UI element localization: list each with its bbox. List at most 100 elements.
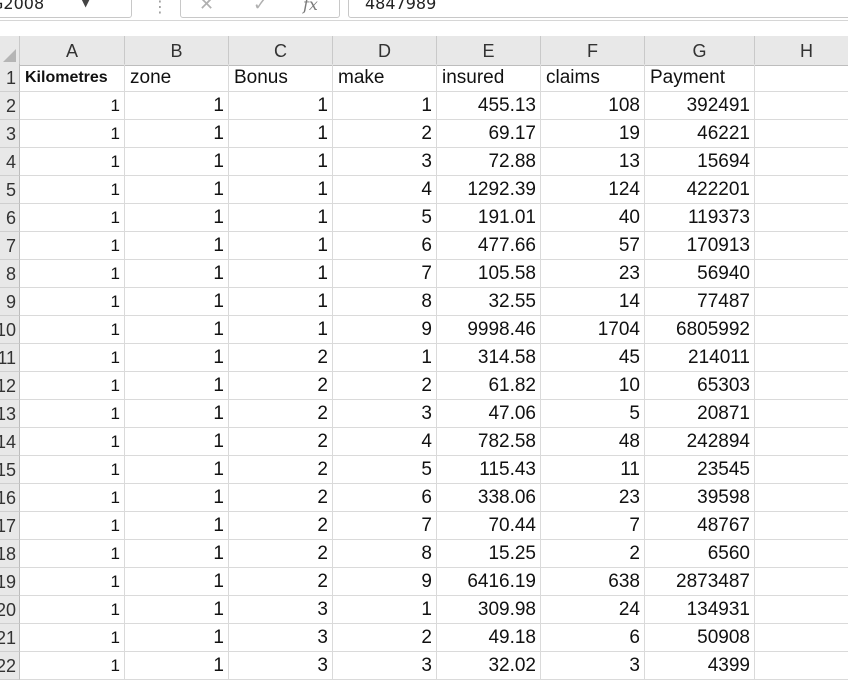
table-cell[interactable]: 3 <box>541 652 645 680</box>
table-cell[interactable]: 134931 <box>645 596 755 624</box>
table-cell[interactable]: 2 <box>333 372 437 400</box>
row-header[interactable]: 18 <box>0 540 20 568</box>
column-header-h[interactable]: H <box>755 36 848 66</box>
table-cell[interactable]: 40 <box>541 204 645 232</box>
table-cell[interactable]: 23 <box>541 484 645 512</box>
table-cell[interactable]: 1 <box>125 456 229 484</box>
row-header[interactable]: 19 <box>0 568 20 596</box>
table-cell[interactable]: 65303 <box>645 372 755 400</box>
table-cell[interactable]: 14 <box>541 288 645 316</box>
table-cell[interactable]: 7 <box>333 512 437 540</box>
table-cell[interactable]: 1 <box>333 92 437 120</box>
table-cell[interactable]: 11 <box>541 456 645 484</box>
table-cell[interactable]: 2 <box>229 568 333 596</box>
table-cell[interactable] <box>755 260 848 288</box>
table-cell[interactable]: 46221 <box>645 120 755 148</box>
formula-input[interactable]: 4847989 <box>348 0 848 18</box>
table-cell[interactable]: 1 <box>229 120 333 148</box>
table-cell[interactable]: 8 <box>333 288 437 316</box>
table-cell[interactable] <box>755 176 848 204</box>
column-header-a[interactable]: A <box>20 36 125 66</box>
chevron-down-icon[interactable]: ▼ <box>81 0 90 9</box>
table-cell[interactable]: 15694 <box>645 148 755 176</box>
table-cell[interactable] <box>755 484 848 512</box>
table-cell[interactable]: 32.55 <box>437 288 541 316</box>
column-header-b[interactable]: B <box>125 36 229 66</box>
table-cell[interactable]: 1 <box>20 512 125 540</box>
table-cell[interactable]: 9 <box>333 568 437 596</box>
table-cell[interactable]: 6805992 <box>645 316 755 344</box>
table-cell[interactable]: 2 <box>229 400 333 428</box>
table-cell[interactable]: 1 <box>20 540 125 568</box>
table-cell[interactable]: 23545 <box>645 456 755 484</box>
table-cell[interactable]: 7 <box>541 512 645 540</box>
table-cell[interactable]: 2 <box>333 120 437 148</box>
column-header-g[interactable]: G <box>645 36 755 66</box>
table-cell[interactable]: 455.13 <box>437 92 541 120</box>
row-header[interactable]: 9 <box>0 288 20 316</box>
table-cell[interactable]: 1 <box>229 204 333 232</box>
table-cell[interactable]: 1 <box>125 540 229 568</box>
table-cell[interactable]: 1 <box>333 596 437 624</box>
row-header[interactable]: 17 <box>0 512 20 540</box>
table-cell[interactable]: 1 <box>125 652 229 680</box>
more-dots-icon[interactable]: ⋮ <box>152 0 168 16</box>
table-cell[interactable] <box>755 428 848 456</box>
table-cell[interactable]: 314.58 <box>437 344 541 372</box>
table-cell[interactable]: 2 <box>229 484 333 512</box>
table-cell[interactable]: 1 <box>20 176 125 204</box>
table-cell[interactable]: 6560 <box>645 540 755 568</box>
table-cell[interactable]: 1 <box>125 288 229 316</box>
table-cell[interactable] <box>755 148 848 176</box>
table-cell[interactable]: 1 <box>125 204 229 232</box>
table-cell[interactable]: 1 <box>20 372 125 400</box>
table-cell[interactable]: 1 <box>125 260 229 288</box>
header-cell[interactable]: Payment <box>645 64 755 92</box>
table-cell[interactable]: 47.06 <box>437 400 541 428</box>
column-header-c[interactable]: C <box>229 36 333 66</box>
table-cell[interactable] <box>755 652 848 680</box>
table-cell[interactable]: 7 <box>333 260 437 288</box>
fx-icon[interactable]: fx <box>303 0 318 14</box>
table-cell[interactable]: 1 <box>20 400 125 428</box>
table-cell[interactable]: 56940 <box>645 260 755 288</box>
table-cell[interactable]: 1 <box>125 596 229 624</box>
table-cell[interactable]: 4399 <box>645 652 755 680</box>
table-cell[interactable]: 9998.46 <box>437 316 541 344</box>
table-cell[interactable]: 1 <box>125 428 229 456</box>
row-header[interactable]: 4 <box>0 148 20 176</box>
table-cell[interactable]: 191.01 <box>437 204 541 232</box>
table-cell[interactable]: 6 <box>541 624 645 652</box>
table-cell[interactable]: 70.44 <box>437 512 541 540</box>
table-cell[interactable]: 242894 <box>645 428 755 456</box>
table-cell[interactable]: 45 <box>541 344 645 372</box>
table-cell[interactable]: 50908 <box>645 624 755 652</box>
header-cell[interactable]: Kilometres <box>20 64 125 92</box>
column-header-e[interactable]: E <box>437 36 541 66</box>
table-cell[interactable]: 1 <box>229 316 333 344</box>
table-cell[interactable] <box>755 596 848 624</box>
table-cell[interactable]: 1 <box>125 484 229 512</box>
table-cell[interactable] <box>755 400 848 428</box>
table-cell[interactable]: 49.18 <box>437 624 541 652</box>
table-cell[interactable]: 1 <box>20 624 125 652</box>
header-cell[interactable]: claims <box>541 64 645 92</box>
row-header[interactable]: 7 <box>0 232 20 260</box>
table-cell[interactable]: 1 <box>333 344 437 372</box>
table-cell[interactable]: 72.88 <box>437 148 541 176</box>
column-header-f[interactable]: F <box>541 36 645 66</box>
table-cell[interactable]: 15.25 <box>437 540 541 568</box>
table-cell[interactable]: 4 <box>333 176 437 204</box>
table-cell[interactable]: 61.82 <box>437 372 541 400</box>
table-cell[interactable]: 6416.19 <box>437 568 541 596</box>
table-cell[interactable]: 3 <box>333 652 437 680</box>
table-cell[interactable]: 13 <box>541 148 645 176</box>
header-cell[interactable]: zone <box>125 64 229 92</box>
table-cell[interactable]: 1704 <box>541 316 645 344</box>
table-cell[interactable]: 2 <box>229 512 333 540</box>
table-cell[interactable]: 32.02 <box>437 652 541 680</box>
row-header[interactable]: 8 <box>0 260 20 288</box>
table-cell[interactable]: 9 <box>333 316 437 344</box>
table-cell[interactable]: 1 <box>125 92 229 120</box>
table-cell[interactable]: 1 <box>20 232 125 260</box>
